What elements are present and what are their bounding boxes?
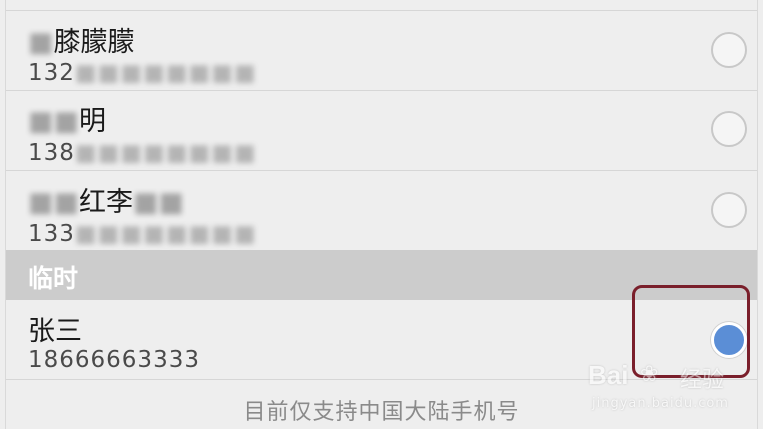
contact-phone: 18666663333 [28, 347, 200, 373]
radio-button[interactable] [711, 32, 747, 68]
redaction-blur: ■ [28, 27, 54, 58]
contact-name: 红李 [79, 187, 134, 218]
redaction-blur: ■■ [28, 106, 80, 137]
redaction-blur: ■■■■■■■■ [74, 140, 257, 166]
contact-phone: 138 [28, 140, 75, 166]
redaction-blur: ■■■■■■■■ [74, 60, 257, 86]
contact-name: 明 [79, 106, 107, 137]
contact-name: 膝朦朦 [53, 27, 135, 58]
redaction-blur: ■■ [133, 187, 185, 218]
section-title: 临时 [28, 264, 79, 293]
baidu-jingyan-watermark: Bai ❀ 经验 jingyan.baidu.com [588, 360, 758, 418]
radio-button[interactable] [711, 111, 747, 147]
contact-phone: 133 [28, 221, 75, 247]
redaction-blur: ■■■■■■■■ [74, 221, 257, 247]
contact-name: 张三 [28, 316, 82, 347]
watermark-brand: Bai [588, 360, 629, 390]
contact-row-3[interactable]: ■■红李■■ 133■■■■■■■■ [6, 171, 757, 251]
radio-button[interactable] [711, 192, 747, 228]
contact-row-2[interactable]: ■■明 138■■■■■■■■ [6, 91, 757, 171]
contact-phone: 132 [28, 60, 75, 86]
contact-row-1[interactable]: ■膝朦朦 132■■■■■■■■ [6, 10, 757, 91]
paw-icon: ❀ [640, 362, 659, 387]
footer-notice: 目前仅支持中国大陆手机号 [243, 400, 520, 425]
redaction-blur: ■■ [28, 187, 80, 218]
watermark-domain: jingyan.baidu.com [592, 396, 729, 411]
watermark-product: 经验 [680, 368, 725, 393]
